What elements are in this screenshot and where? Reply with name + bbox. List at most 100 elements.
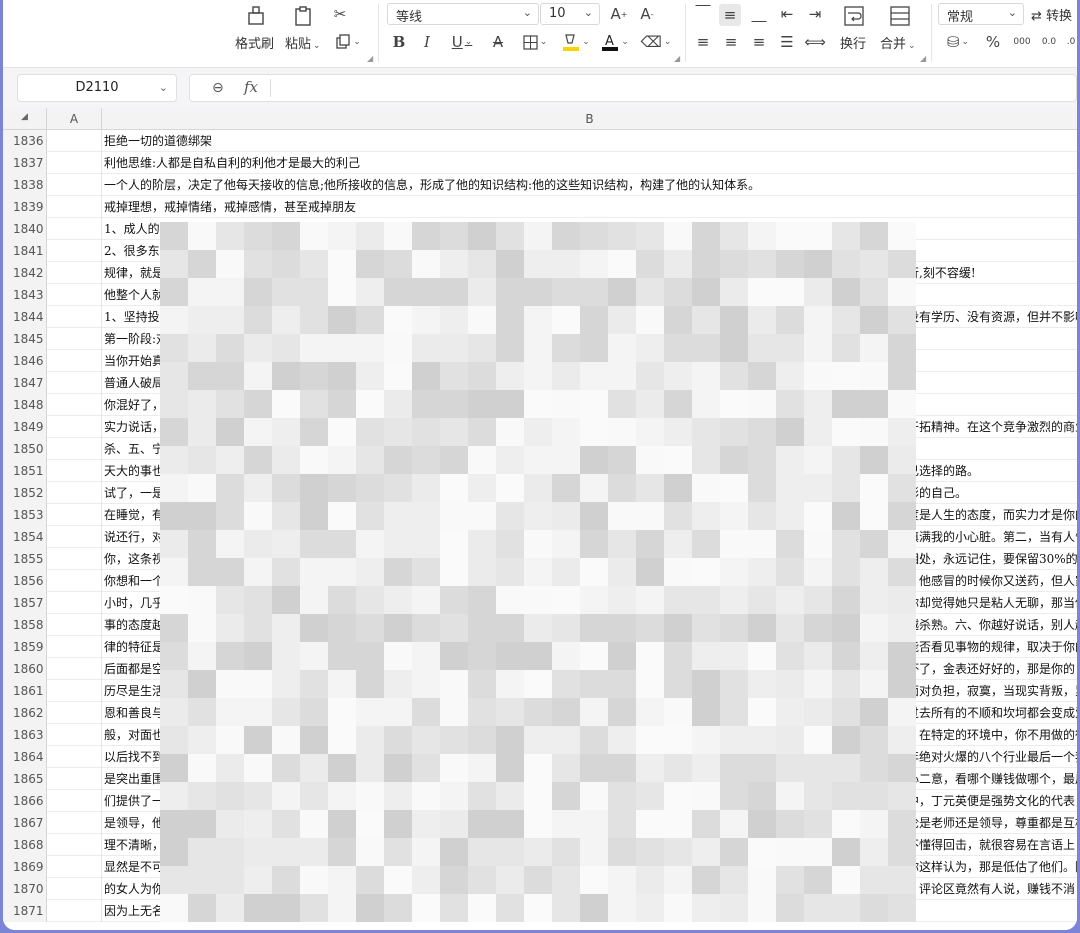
justify-icon[interactable]: ☰ (777, 32, 797, 52)
row-number[interactable]: 1855 (3, 548, 47, 570)
cell-a[interactable] (47, 658, 102, 680)
row-number[interactable]: 1862 (3, 702, 47, 724)
merge-cells-icon[interactable] (887, 4, 913, 28)
cell-a[interactable] (47, 284, 102, 306)
zoom-icon[interactable]: ⊖ (212, 80, 224, 96)
row-number[interactable]: 1837 (3, 152, 47, 174)
function-icon[interactable]: fx (244, 78, 258, 96)
cell-a[interactable] (47, 812, 102, 834)
alignment-dialog-launcher-icon[interactable]: ◢ (920, 54, 926, 63)
align-middle-icon[interactable]: ≡ (719, 4, 741, 26)
cell-a[interactable] (47, 548, 102, 570)
row-number[interactable]: 1852 (3, 482, 47, 504)
row-number[interactable]: 1861 (3, 680, 47, 702)
cell-a[interactable] (47, 526, 102, 548)
cell-a[interactable] (47, 570, 102, 592)
row-number[interactable]: 1865 (3, 768, 47, 790)
row-number[interactable]: 1860 (3, 658, 47, 680)
paste-button[interactable]: 粘贴 ⌄ (285, 33, 321, 52)
copy-icon[interactable]: ⌄ (333, 32, 363, 52)
clipboard-icon[interactable] (290, 4, 316, 28)
cell-a[interactable] (47, 790, 102, 812)
cell-a[interactable] (47, 240, 102, 262)
cell-a[interactable] (47, 482, 102, 504)
cell-b[interactable]: 利他思维:人都是自私自利的利他才是最大的利己 (104, 152, 1077, 174)
font-size-select[interactable]: 10 ⌄ (540, 3, 600, 25)
row-number[interactable]: 1854 (3, 526, 47, 548)
thousands-separator-button[interactable]: 000 (1011, 32, 1033, 52)
row-number[interactable]: 1864 (3, 746, 47, 768)
merge-button[interactable]: 合并 ⌄ (880, 33, 916, 52)
number-format-select[interactable]: 常规 ⌄ (938, 3, 1024, 25)
bold-icon[interactable]: B (389, 32, 409, 52)
table-row[interactable]: 1839 戒掉理想，戒掉情绪，戒掉感情，甚至戒掉朋友 (3, 196, 1077, 218)
cell-b[interactable]: 一个人的阶层，决定了他每天接收的信息;他所接收的信息，形成了他的知识结构:他的这… (104, 174, 1077, 196)
cell-a[interactable] (47, 262, 102, 284)
row-number[interactable]: 1853 (3, 504, 47, 526)
currency-format-icon[interactable]: ⛁ ⌄ (943, 32, 973, 52)
cell-a[interactable] (47, 746, 102, 768)
row-number[interactable]: 1868 (3, 834, 47, 856)
row-number[interactable]: 1856 (3, 570, 47, 592)
cell-a[interactable] (47, 328, 102, 350)
cell-b[interactable]: 戒掉理想，戒掉情绪，戒掉感情，甚至戒掉朋友 (104, 196, 1077, 218)
wrap-text-button[interactable]: 换行 (840, 33, 866, 52)
cell-a[interactable] (47, 196, 102, 218)
eraser-icon[interactable]: ⌫ ⌄ (640, 32, 672, 52)
font-name-select[interactable]: 等线 ⌄ (387, 3, 539, 25)
percent-format-button[interactable]: % (983, 32, 1003, 52)
cell-a[interactable] (47, 130, 102, 152)
row-number[interactable]: 1863 (3, 724, 47, 746)
row-number[interactable]: 1839 (3, 196, 47, 218)
cell-a[interactable] (47, 504, 102, 526)
cell-a[interactable] (47, 680, 102, 702)
row-number[interactable]: 1871 (3, 900, 47, 922)
cell-a[interactable] (47, 152, 102, 174)
clipboard-dialog-launcher-icon[interactable]: ◢ (367, 54, 373, 63)
row-number[interactable]: 1857 (3, 592, 47, 614)
row-number[interactable]: 1851 (3, 460, 47, 482)
borders-icon[interactable]: ⌄ (519, 32, 551, 52)
cell-a[interactable] (47, 900, 102, 922)
indent-increase-icon[interactable]: ⇥ (805, 4, 825, 24)
decrease-font-size-icon[interactable]: A- (637, 4, 657, 24)
convert-button[interactable]: ⇄ 转换 (1031, 5, 1072, 24)
row-number[interactable]: 1850 (3, 438, 47, 460)
row-number[interactable]: 1838 (3, 174, 47, 196)
format-painter-button[interactable]: 格式刷 (235, 33, 274, 52)
font-color-icon[interactable]: A ⌄ (599, 30, 631, 54)
align-top-icon[interactable]: ⎺ (693, 2, 713, 22)
row-number[interactable]: 1867 (3, 812, 47, 834)
cell-a[interactable] (47, 372, 102, 394)
row-number[interactable]: 1869 (3, 856, 47, 878)
row-number[interactable]: 1849 (3, 416, 47, 438)
cell-a[interactable] (47, 878, 102, 900)
cell-a[interactable] (47, 416, 102, 438)
align-left-icon[interactable]: ≡ (693, 32, 713, 52)
increase-decimal-button[interactable]: 0.0 (1039, 32, 1059, 52)
cell-a[interactable] (47, 724, 102, 746)
select-all-button[interactable]: ◢ (3, 108, 47, 130)
decrease-decimal-icon[interactable]: .0 (1065, 32, 1077, 52)
row-number[interactable]: 1841 (3, 240, 47, 262)
cell-a[interactable] (47, 592, 102, 614)
row-number[interactable]: 1840 (3, 218, 47, 240)
fill-color-icon[interactable]: ⌄ (560, 30, 592, 54)
cell-a[interactable] (47, 218, 102, 240)
row-number[interactable]: 1836 (3, 130, 47, 152)
align-center-icon[interactable]: ≡ (721, 32, 741, 52)
align-bottom-icon[interactable]: ⎽ (749, 4, 769, 24)
row-number[interactable]: 1858 (3, 614, 47, 636)
strikethrough-icon[interactable]: A (488, 32, 508, 52)
font-dialog-launcher-icon[interactable]: ◢ (674, 54, 680, 63)
cell-a[interactable] (47, 636, 102, 658)
cell-a[interactable] (47, 394, 102, 416)
cell-a[interactable] (47, 834, 102, 856)
distributed-align-icon[interactable]: ⟺ (804, 32, 826, 52)
cell-a[interactable] (47, 174, 102, 196)
cell-b[interactable]: 拒绝一切的道德绑架 (104, 130, 1077, 152)
table-row[interactable]: 1838 一个人的阶层，决定了他每天接收的信息;他所接收的信息，形成了他的知识结构… (3, 174, 1077, 196)
row-number[interactable]: 1866 (3, 790, 47, 812)
formula-input[interactable]: ⊖ fx (189, 74, 1077, 102)
row-number[interactable]: 1870 (3, 878, 47, 900)
